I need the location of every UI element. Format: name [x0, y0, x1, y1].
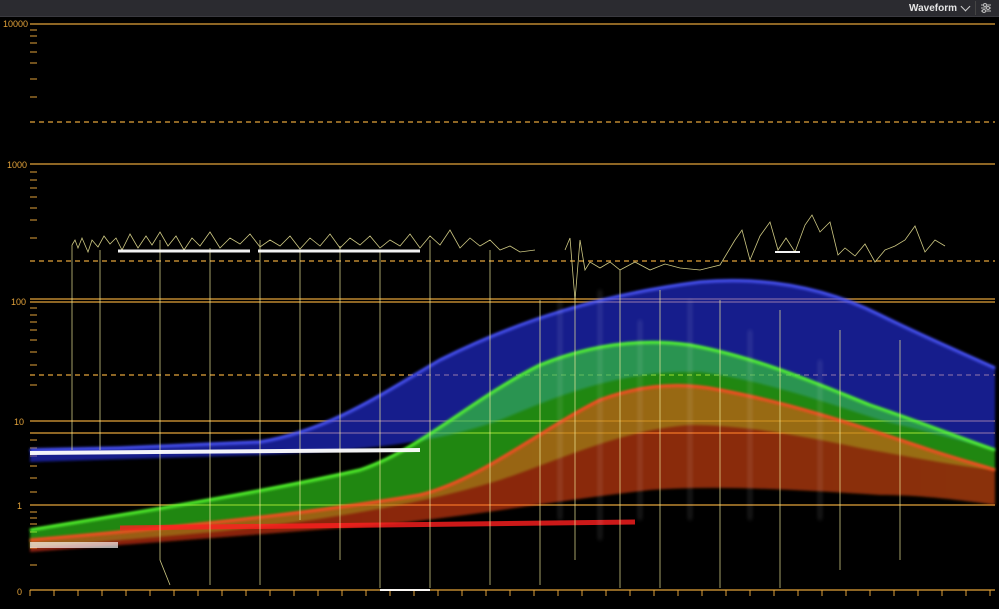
sliders-icon — [981, 3, 991, 13]
scale-label-10000: 10000 — [3, 19, 28, 29]
scale-label-1: 1 — [17, 501, 22, 511]
chevron-down-icon — [960, 1, 971, 12]
scope-toolbar: Waveform — [0, 0, 999, 17]
scope-type-dropdown[interactable]: Waveform — [909, 1, 971, 15]
scale-label-0: 0 — [17, 587, 22, 597]
settings-button[interactable] — [975, 1, 994, 15]
waveform-scope-area: 10000 1000 100 10 1 0 — [0, 17, 999, 604]
scale-label-100: 100 — [11, 297, 26, 307]
waveform-graph: 10000 1000 100 10 1 0 — [3, 19, 996, 597]
scale-label-1000: 1000 — [7, 160, 27, 170]
scope-type-label: Waveform — [909, 2, 957, 14]
scale-label-10: 10 — [14, 417, 24, 427]
scale-labels: 10000 1000 100 10 1 0 — [3, 19, 28, 597]
